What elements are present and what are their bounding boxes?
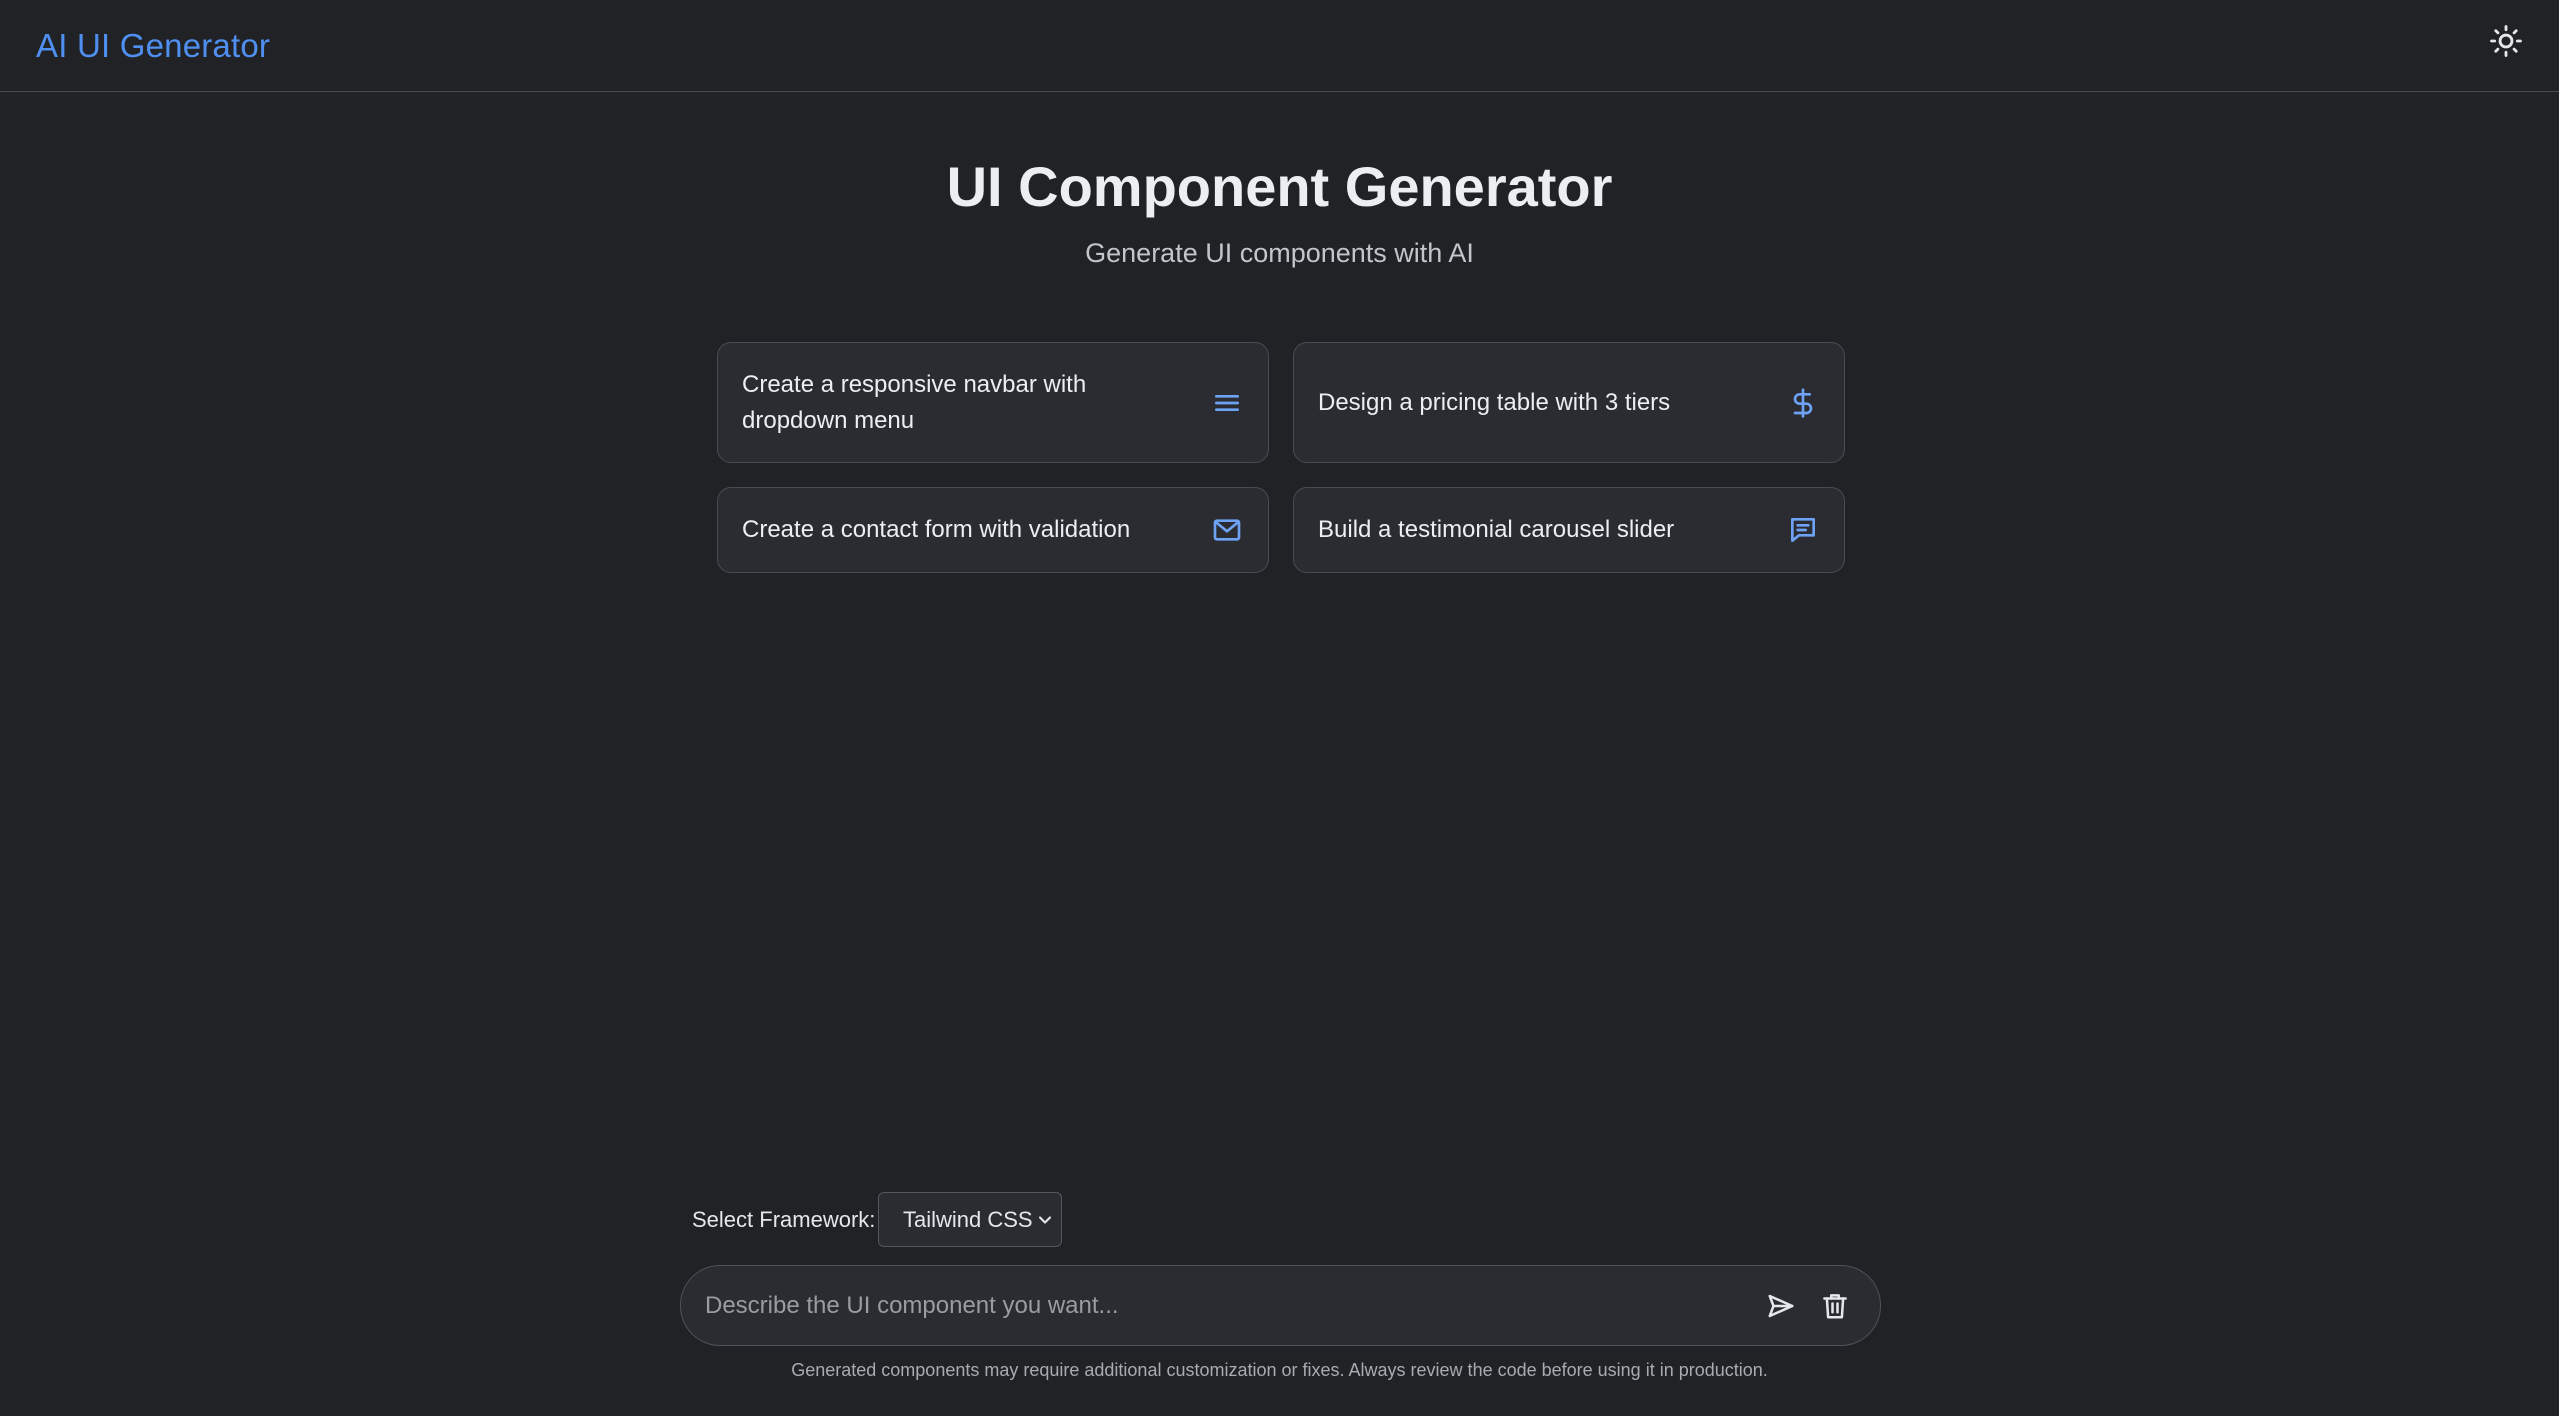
theme-toggle-button[interactable] [2488,23,2524,59]
dollar-icon [1786,386,1820,420]
send-button[interactable] [1763,1288,1799,1324]
suggestion-card-navbar[interactable]: Create a responsive navbar with dropdown… [717,342,1269,463]
brand-logo[interactable]: AI UI Generator [36,26,270,66]
app-root: AI UI Generator UI Component Generator G… [0,0,2559,1416]
sun-icon [2490,25,2522,57]
page-title: UI Component Generator [946,155,1613,218]
framework-selected-value: Tailwind CSS [903,1206,1033,1232]
page-subtitle: Generate UI components with AI [1085,238,1474,268]
trash-icon [1823,1294,1847,1319]
suggestion-label: Build a testimonial carousel slider [1318,516,1675,543]
mail-icon [1210,513,1244,547]
suggestion-label: Create a contact form with validation [742,516,1131,543]
suggestion-card-testimonial[interactable]: Build a testimonial carousel slider [1293,487,1845,573]
suggestion-card-contact-form[interactable]: Create a contact form with validation [717,487,1269,573]
clear-button[interactable] [1817,1288,1853,1324]
framework-label: Select Framework: [692,1207,876,1232]
chevron-down-icon [1038,1216,1052,1224]
prompt-input[interactable] [703,1266,1727,1346]
suggestion-card-pricing[interactable]: Design a pricing table with 3 tiers [1293,342,1845,463]
top-header: AI UI Generator [0,0,2559,92]
send-icon [1768,1294,1794,1318]
disclaimer-text: Generated components may require additio… [791,1360,1768,1380]
menu-icon [1210,386,1244,420]
framework-select[interactable]: Tailwind CSS [878,1192,1062,1247]
prompt-bar [680,1265,1881,1346]
suggestion-label: Design a pricing table with 3 tiers [1318,388,1671,416]
message-square-icon [1786,513,1820,547]
suggestion-label: Create a responsive navbar with dropdown… [742,370,1087,434]
